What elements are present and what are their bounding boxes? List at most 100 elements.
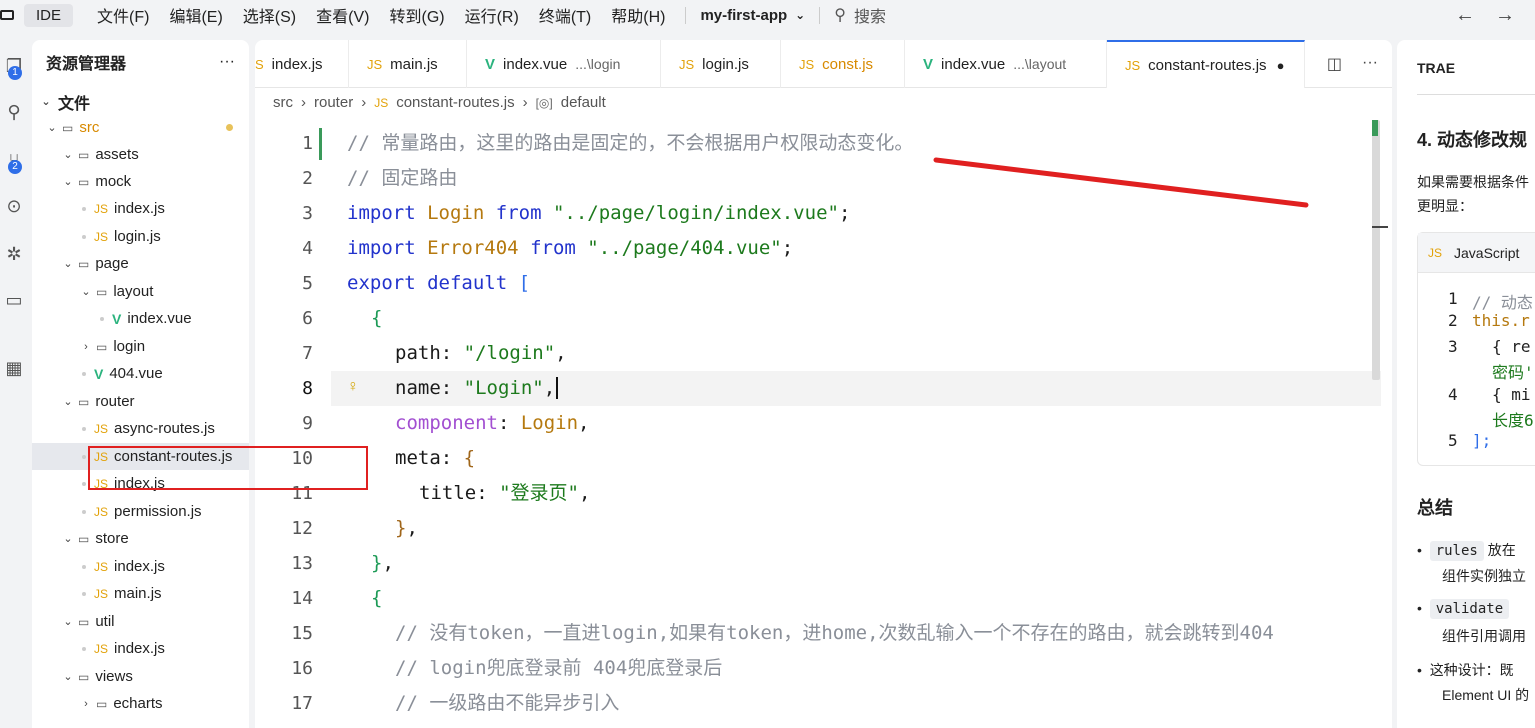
search-icon: ⚲ [834,7,846,24]
split-editor-icon[interactable]: ◫ [1327,54,1342,74]
remote-icon[interactable]: ▭ [0,284,28,316]
section-header[interactable]: ⌄ 文件 [32,88,249,115]
menu-terminal[interactable]: 终端(T) [529,3,601,27]
tab-layout-index-vue[interactable]: V index.vue ...\layout [905,40,1107,88]
tab-main-js[interactable]: JS main.js [349,40,467,88]
js-file-icon: JS [374,95,389,110]
tree-folder[interactable]: › ▭ login [32,333,249,360]
run-debug-icon[interactable]: ⊙ [0,190,28,222]
lightbulb-icon[interactable]: ♀ [347,378,359,396]
editor-scrollbar[interactable] [1372,120,1380,380]
bug-icon[interactable]: ✲ [0,238,28,270]
more-actions-icon[interactable]: ··· [219,53,235,71]
line-number: 7 [302,343,313,364]
tree-file[interactable]: V index.vue [32,305,249,332]
tree-file[interactable]: JS index.js [32,553,249,580]
tree-file[interactable]: JS login.js [32,223,249,250]
source-control-icon[interactable]: ⑂2 [0,144,28,176]
chevron-right-icon: › [361,94,367,111]
tree-folder[interactable]: ⌄ ▭ assets [32,141,249,168]
ide-mode-button[interactable]: IDE [24,3,74,27]
breadcrumb-item[interactable]: constant-routes.js [396,94,514,111]
tree-folder[interactable]: › ▭ echarts [32,690,249,717]
tree-file[interactable]: V 404.vue [32,360,249,387]
bullet-item: • rules 放在 [1417,541,1516,561]
code-line-1: // 常量路由，这里的路由是固定的，不会根据用户权限动态变化。 [347,132,914,154]
tree-folder-src[interactable]: ⌄ ▭ src [32,114,249,141]
trae-paragraph: 更明显： [1417,198,1473,214]
tree-file[interactable]: JS async-routes.js [32,415,249,442]
tree-folder[interactable]: ⌄ ▭ store [32,525,249,552]
title-bar: IDE 文件(F) 编辑(E) 选择(S) 查看(V) 转到(G) 运行(R) … [0,0,1535,30]
trae-heading: 4. 动态修改规 [1417,130,1528,150]
menu-help[interactable]: 帮助(H) [601,3,675,27]
vue-file-icon: V [112,310,122,327]
tab-login-js[interactable]: JS login.js [661,40,781,88]
code-line-4: import Error404 from "../page/404.vue"; [347,237,794,259]
extensions-icon[interactable]: ▦ [0,352,28,384]
code-line-17: // 一级路由不能异步引入 [395,692,620,714]
tab-constant-routes-js[interactable]: JS constant-routes.js ● [1107,40,1305,88]
tree-folder[interactable]: ⌄ ▭ views [32,663,249,690]
code-block: JS JavaScript 1 // 动态 2 this.r 3 { re 密码… [1417,232,1535,466]
app-logo-icon [0,10,14,20]
line-number: 14 [291,588,313,609]
folder-icon: ▭ [78,614,90,629]
editor-tabs: S index.js JS main.js V index.vue ...\lo… [255,40,1392,88]
breadcrumb-item[interactable]: router [314,94,353,111]
code-line-2: // 固定路由 [347,167,458,189]
line-number: 17 [291,693,313,714]
tree-file[interactable]: JS index.js [32,635,249,662]
tree-folder[interactable]: ⌄ ▭ router [32,388,249,415]
menu-run[interactable]: 运行(R) [455,3,529,27]
menu-file[interactable]: 文件(F) [87,3,159,27]
explorer-activity-icon[interactable]: ❐1 [0,50,28,82]
breadcrumb-item[interactable]: default [561,94,606,111]
bullet-item: • validate [1417,599,1510,619]
search-box[interactable]: ⚲ 搜索 [834,3,886,27]
menu-view[interactable]: 查看(V) [306,3,379,27]
menu-edit[interactable]: 编辑(E) [159,3,232,27]
menu-goto[interactable]: 转到(G) [379,3,454,27]
js-file-icon: S [255,56,264,72]
folder-icon: ▭ [96,284,108,299]
chevron-down-icon: ⌄ [63,616,73,628]
more-actions-icon[interactable]: ··· [1362,54,1378,74]
line-number: 2 [302,168,313,189]
line-number: 1 [302,133,313,154]
arrow-right-icon[interactable]: → [1495,4,1515,27]
chevron-down-icon: ⌄ [41,96,51,108]
tree-folder[interactable]: ⌄ ▭ layout [32,278,249,305]
code-line-8: name: "Login", [395,371,559,406]
tree-file[interactable]: JS main.js [32,580,249,607]
tab-const-js[interactable]: JS const.js [781,40,905,88]
project-selector[interactable]: my-first-app ⌄ [685,6,821,24]
explorer-panel: 资源管理器 ··· ⌄ 文件 ⌄ ▭ src ⌄ ▭ assets ⌄ ▭ mo… [32,40,249,728]
line-number: 16 [291,658,313,679]
tree-folder[interactable]: ⌄ ▭ page [32,250,249,277]
js-file-icon: JS [1125,57,1141,73]
scm-badge: 2 [8,160,22,174]
search-activity-icon[interactable]: ⚲ [0,96,28,128]
symbol-icon: [◎] [535,95,553,110]
tab-index-js[interactable]: S index.js [255,40,349,88]
js-file-icon: JS [94,504,109,519]
breadcrumb: src › router › JS constant-routes.js › [… [273,94,606,111]
breadcrumb-item[interactable]: src [273,94,293,111]
code-line-7: path: "/login", [395,342,567,364]
menu-select[interactable]: 选择(S) [233,3,306,27]
tab-login-index-vue[interactable]: V index.vue ...\login [467,40,661,88]
code-line-3: import Login from "../page/login/index.v… [347,202,851,224]
text-cursor [556,377,559,399]
chevron-right-icon: › [84,697,88,710]
unsaved-dot-icon[interactable]: ● [1277,58,1285,73]
tree-folder[interactable]: ⌄ ▭ util [32,608,249,635]
js-file-icon: JS [1428,245,1443,260]
tree-folder[interactable]: ⌄ ▭ mock [32,168,249,195]
tree-file[interactable]: JS index.js [32,195,249,222]
chevron-down-icon: ⌄ [795,8,806,22]
folder-icon: ▭ [78,174,90,189]
cursor-overview-marker [1372,226,1388,228]
arrow-left-icon[interactable]: ← [1455,4,1475,27]
tree-file[interactable]: JS permission.js [32,498,249,525]
